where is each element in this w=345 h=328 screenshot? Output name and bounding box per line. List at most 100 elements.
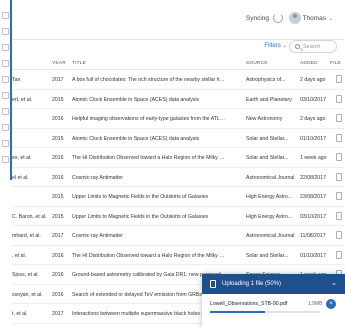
search-icon [295, 44, 300, 49]
source-cell: High Energy Astro... [246, 213, 293, 220]
user-name: Thomas [302, 15, 326, 22]
cancel-upload-button[interactable]: × [326, 299, 336, 309]
source-cell: Earth and Planetary [246, 96, 292, 103]
table-row[interactable]: Tan 2017 A box full of chocolates: The ric… [12, 70, 345, 90]
author-cell: el et al. [12, 174, 29, 181]
added-cell: 01/10/2017 [300, 135, 326, 142]
file-icon[interactable] [336, 172, 342, 181]
sync-icon[interactable] [273, 13, 283, 23]
table-row[interactable]: ert, et al. 2015 Atomic Clock Ensemble in … [12, 90, 345, 109]
source-cell: Astronomical Journal [246, 233, 295, 239]
avatar[interactable] [289, 12, 301, 24]
top-bar: Syncing Thomas ⌄ [12, 0, 345, 40]
file-icon[interactable] [336, 211, 342, 220]
year-cell: 2016 [52, 174, 64, 181]
upload-file-size: 1.9MB [308, 301, 323, 307]
upload-file-name: Lowell_Observations_STB-90.pdf [210, 301, 288, 307]
column-header-title[interactable]: TITLE [72, 61, 86, 66]
title-cell: Helpful imaging observations of early-ty… [72, 116, 227, 122]
year-cell: 2015 [52, 135, 64, 142]
title-cell: A box full of chocolates: The rich struc… [72, 77, 227, 83]
author-cell: ert, et al. [12, 96, 33, 103]
file-icon [2, 140, 9, 147]
file-icon [2, 76, 9, 83]
source-cell: Astronomical Journal [246, 174, 295, 181]
file-icon[interactable] [336, 133, 342, 142]
year-cell: 2016 [52, 116, 64, 122]
title-cell: Upper Limits to Magnetic Fields in the O… [72, 213, 209, 220]
year-cell: 2016 [52, 252, 64, 259]
file-icon[interactable] [336, 114, 342, 122]
author-cell: mhard, et al. [12, 233, 41, 239]
table-header: YEAR TITLE SOURCE ADDED FILE [12, 58, 345, 70]
file-icon[interactable] [336, 153, 342, 161]
year-cell: 2017 [52, 311, 64, 317]
added-cell: 22/08/2017 [300, 174, 326, 181]
title-cell: Cosmic-ray Antimatter [72, 233, 124, 239]
title-cell: Atomic Clock Ensemble in Space (ACES) da… [72, 96, 200, 103]
added-cell: 23/08/2017 [300, 194, 326, 200]
added-cell: 2 days ago [300, 77, 326, 83]
source-cell: New Astronomy [246, 116, 283, 122]
table-row[interactable]: 2015 Upper Limits to Magnetic Fields in t… [12, 187, 345, 207]
year-cell: 2015 [52, 96, 64, 103]
year-cell: 2015 [52, 194, 64, 200]
file-icon [2, 12, 9, 19]
author-cell: , et al. [12, 252, 27, 259]
title-cell: The HI Distribution Observed toward a Ha… [72, 155, 227, 161]
upload-title: Uploading 1 file (50%) [222, 281, 282, 287]
added-cell: 11/08/2017 [300, 233, 326, 239]
file-icon[interactable] [336, 192, 342, 200]
added-cell: 03/10/2017 [300, 96, 326, 103]
added-cell: 2 days ago [300, 116, 326, 122]
title-cell: Atomic Clock Ensemble in Space (ACES) da… [72, 135, 200, 142]
column-header-year[interactable]: YEAR [52, 61, 66, 66]
filters-button[interactable]: Filters ⌄ [264, 43, 287, 49]
author-cell: Sjoss, et al. [12, 272, 39, 278]
upload-progress-fill [210, 311, 265, 313]
table-row[interactable]: 2016 Helpful imaging observations of earl… [12, 109, 345, 129]
sync-status: Syncing [245, 15, 269, 22]
upload-panel: Uploading 1 file (50%) ⌄ Lowell_Observat… [202, 274, 345, 328]
file-icon[interactable] [336, 250, 342, 259]
source-cell: High Energy Astro... [246, 194, 293, 200]
table-row[interactable]: 2015 Atomic Clock Ensemble in Space (ACES… [12, 129, 345, 148]
chevron-down-icon: ⌄ [327, 16, 333, 22]
file-icon [2, 28, 9, 35]
column-header-added[interactable]: ADDED [300, 61, 318, 66]
search-box[interactable] [289, 40, 337, 53]
upload-progress-track [210, 311, 320, 313]
title-cell: Cosmic-ray Antimatter [72, 174, 124, 181]
year-cell: 2017 [52, 77, 64, 83]
added-cell: 01/10/2017 [300, 252, 326, 259]
upload-file-icon [210, 280, 216, 288]
file-icon[interactable] [336, 231, 342, 239]
table-row[interactable]: C. Baron, et al. 2015 Upper Limits to Magn… [12, 207, 345, 226]
search-input[interactable] [303, 43, 335, 51]
title-cell: The HI Distribution Observed toward a Ha… [72, 252, 227, 259]
source-cell: Solar and Stellar... [246, 155, 289, 161]
author-cell: Tan [12, 77, 21, 83]
table-row[interactable]: es, et al. 2016 The HI Distribution Observ… [12, 148, 345, 168]
chevron-down-icon[interactable]: ⌄ [331, 279, 337, 287]
user-menu[interactable]: Thomas ⌄ [302, 15, 333, 22]
table-row[interactable]: mhard, et al. 2017 Cosmic-ray Antimatter As… [12, 226, 345, 246]
year-cell: 2016 [52, 155, 64, 161]
file-icon[interactable] [336, 75, 342, 83]
author-cell: C. Baron, et al. [12, 213, 47, 220]
column-header-file[interactable]: FILE [330, 61, 341, 66]
file-icon [2, 124, 9, 131]
file-icon[interactable] [336, 94, 342, 103]
filters-label: Filters [264, 43, 281, 49]
file-icon [2, 44, 9, 51]
author-cell: t, et al. [12, 311, 28, 317]
author-cell: es, et al. [12, 155, 32, 161]
added-cell: 03/10/2017 [300, 213, 326, 220]
upload-header[interactable]: Uploading 1 file (50%) ⌄ [202, 274, 345, 294]
title-cell: Upper Limits to Magnetic Fields in the O… [72, 194, 209, 200]
column-header-source[interactable]: SOURCE [246, 61, 268, 66]
table-row[interactable]: , et al. 2016 The HI Distribution Observed… [12, 246, 345, 265]
table-row[interactable]: el et al. 2016 Cosmic-ray Antimatter Astron… [12, 168, 345, 187]
file-icon [2, 92, 9, 99]
source-cell: Solar and Stellar... [246, 135, 289, 142]
